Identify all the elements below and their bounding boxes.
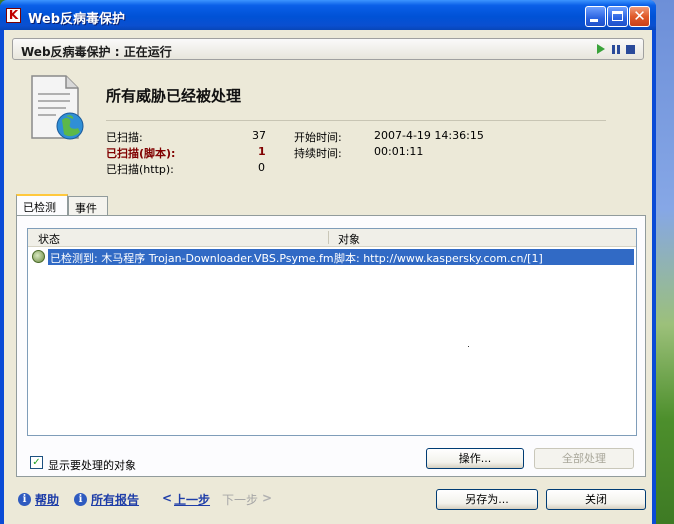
- show-objects-checkbox[interactable]: ✓: [30, 456, 43, 469]
- minimize-icon: [590, 19, 598, 22]
- back-link[interactable]: 上一步: [174, 491, 210, 508]
- detected-status-icon: [32, 250, 45, 263]
- page-title: 所有威胁已经被处理: [106, 87, 242, 105]
- document-globe-icon: [31, 75, 84, 140]
- next-arrow-icon: >: [262, 491, 273, 505]
- maximize-button[interactable]: [607, 6, 628, 27]
- maximize-icon: [612, 11, 623, 21]
- app-window: K Web反病毒保护 ✕ Web反病毒保护 : 正在运行 所有威胁已经被处理 已…: [0, 0, 656, 524]
- action-button[interactable]: 操作...: [426, 448, 524, 469]
- table-row[interactable]: 已检测到: 木马程序 Trojan-Downloader.VBS.Psyme.f…: [30, 249, 634, 265]
- play-icon[interactable]: [597, 44, 605, 54]
- minimize-button[interactable]: [585, 6, 606, 27]
- status-bar: Web反病毒保护 : 正在运行: [12, 38, 644, 60]
- duration-value: 00:01:11: [374, 145, 424, 158]
- duration-label: 持续时间:: [294, 147, 342, 160]
- scanned-http-label: 已扫描(http):: [106, 163, 174, 176]
- window-client: Web反病毒保护 : 正在运行 所有威胁已经被处理 已扫描: 37 已扫描(脚本…: [4, 30, 652, 524]
- process-all-button[interactable]: 全部处理: [534, 448, 634, 469]
- scanned-http-value: 0: [258, 161, 265, 174]
- scanned-label: 已扫描:: [106, 131, 143, 144]
- back-arrow-icon: <: [162, 491, 173, 505]
- scanned-value: 37: [252, 129, 266, 142]
- next-link[interactable]: 下一步: [222, 491, 258, 508]
- column-separator[interactable]: [328, 231, 329, 244]
- start-time-label: 开始时间:: [294, 131, 342, 144]
- close-button[interactable]: 关闭: [546, 489, 646, 510]
- start-time-value: 2007-4-19 14:36:15: [374, 129, 484, 142]
- tab-detected[interactable]: 已检测: [16, 194, 68, 217]
- close-window-button[interactable]: ✕: [629, 6, 650, 27]
- show-objects-label: 显示要处理的对象: [48, 459, 136, 472]
- title-bar[interactable]: K Web反病毒保护 ✕: [0, 0, 656, 30]
- stop-icon[interactable]: [626, 45, 635, 54]
- kaspersky-icon: K: [6, 8, 21, 23]
- row-status: 已检测到: 木马程序 Trojan-Downloader.VBS.Psyme.f…: [50, 252, 334, 265]
- help-link[interactable]: 帮助: [35, 491, 59, 508]
- reports-icon: i: [74, 493, 87, 506]
- row-object: 脚本: http://www.kaspersky.com.cn/[1]: [334, 252, 543, 265]
- save-as-button[interactable]: 另存为...: [436, 489, 538, 510]
- divider: [106, 120, 606, 121]
- column-object[interactable]: 对象: [338, 231, 360, 247]
- window-title: Web反病毒保护: [28, 12, 125, 27]
- pause-icon[interactable]: [612, 45, 621, 54]
- status-text: Web反病毒保护 : 正在运行: [21, 45, 172, 59]
- help-icon: i: [18, 493, 31, 506]
- close-icon: ✕: [633, 7, 646, 25]
- stray-dot: [468, 346, 469, 347]
- column-status[interactable]: 状态: [38, 231, 60, 247]
- detected-list[interactable]: 状态 对象 已检测到: 木马程序 Trojan-Downloader.VBS.P…: [27, 228, 637, 436]
- tab-events[interactable]: 事件: [68, 196, 108, 216]
- scanned-script-value: 1: [258, 145, 266, 158]
- scanned-script-label: 已扫描(脚本):: [106, 147, 176, 160]
- tab-panel: 状态 对象 已检测到: 木马程序 Trojan-Downloader.VBS.P…: [16, 215, 646, 477]
- list-header: 状态 对象: [28, 229, 636, 247]
- all-reports-link[interactable]: 所有报告: [91, 491, 139, 508]
